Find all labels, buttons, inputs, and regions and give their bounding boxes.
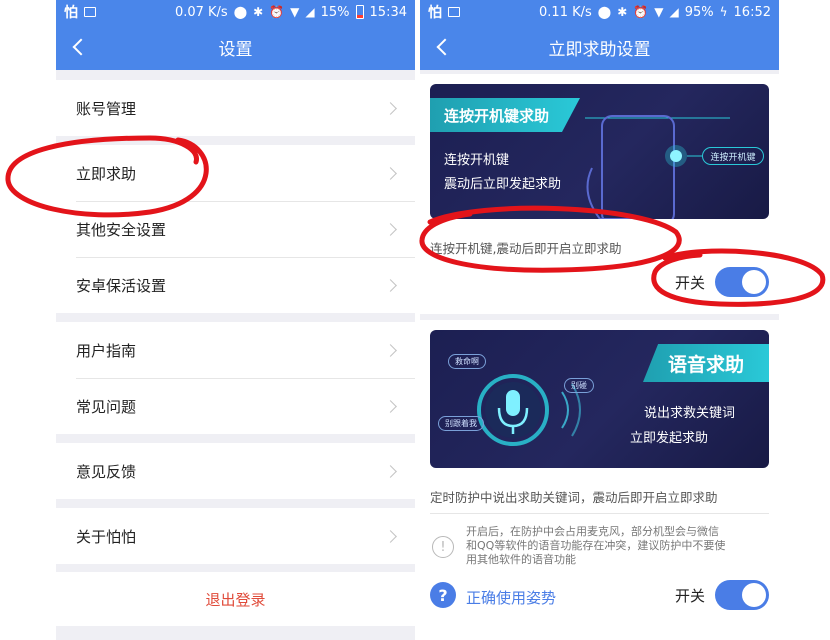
page-title: 设置 (218, 39, 253, 60)
usage-guide-link[interactable]: 正确使用姿势 (466, 587, 556, 608)
battery-percent: 95% (684, 4, 714, 20)
voice-banner: 语音求助 救命啊 别跟着我 别碰 说出求救关键词 立即发起求助 (430, 330, 769, 468)
settings-group-help: 用户指南 常见问题 (56, 322, 415, 434)
signal-icon: ◢ (669, 5, 679, 19)
power-button-banner: 连按开机键求助 连按开机键 连按开机键 震动后立即发起求助 (430, 84, 769, 219)
banner-line-1: 说出求救关键词 (644, 406, 736, 421)
settings-item-label: 用户指南 (76, 341, 137, 360)
notice-line: 用其他软件的语音功能 (466, 553, 576, 566)
power-button-help-card: 连按开机键求助 连按开机键 连按开机键 震动后立即发起求助 连按开机键,震动后即… (420, 74, 779, 314)
info-icon: ! (432, 536, 454, 558)
chevron-right-icon (384, 464, 397, 478)
microphone-icon (477, 374, 581, 446)
divider (430, 513, 769, 514)
microphone-notice: 开启后，在防护中会占用麦克风，部分机型会与微信 和QQ等软件的语音功能存在冲突，… (466, 525, 766, 567)
back-arrow-icon[interactable] (66, 32, 96, 62)
alarm-icon: ⏰ (633, 5, 649, 19)
settings-item-user-guide[interactable]: 用户指南 (56, 322, 415, 378)
keyword-bubble: 别碰 (564, 378, 594, 393)
settings-item-label: 立即求助 (76, 164, 137, 183)
image-notification-icon (84, 7, 96, 17)
app-notification-icon: 怕 (64, 5, 78, 21)
power-button-switch-row: 开关 (675, 267, 769, 297)
banner-title: 语音求助 (643, 344, 769, 382)
voice-description: 定时防护中说出求助关键词，震动后即开启立即求助 (430, 490, 718, 505)
settings-group-about: 关于怕怕 (56, 508, 415, 564)
battery-icon (355, 5, 364, 19)
nav-bar: 立即求助设置 (420, 24, 779, 70)
chevron-right-icon (384, 399, 397, 413)
switch-label: 开关 (674, 586, 705, 605)
settings-group-safety: 立即求助 其他安全设置 安卓保活设置 (56, 145, 415, 313)
settings-item-label: 其他安全设置 (76, 220, 167, 239)
banner-line-2: 立即发起求助 (630, 431, 709, 446)
network-speed: 0.07 K/s (174, 4, 228, 20)
clock: 16:52 (733, 4, 771, 20)
chevron-right-icon (384, 166, 397, 180)
chevron-right-icon (384, 343, 397, 357)
page-title: 立即求助设置 (548, 39, 651, 60)
notice-line: 和QQ等软件的语音功能存在冲突，建议防护中不要使 (466, 539, 726, 552)
clock: 15:34 (369, 4, 407, 20)
logout-button[interactable]: 退出登录 (56, 572, 415, 626)
back-arrow-icon[interactable] (430, 32, 460, 62)
settings-item-label: 常见问题 (76, 397, 137, 416)
battery-percent: 15% (320, 4, 350, 20)
chevron-right-icon (384, 222, 397, 236)
notice-line: 开启后，在防护中会占用麦克风，部分机型会与微信 (466, 525, 719, 538)
location-icon: ⬤ (233, 5, 248, 19)
chevron-right-icon (384, 101, 397, 115)
settings-item-label: 账号管理 (76, 99, 137, 118)
settings-screen: 怕 0.07 K/s ⬤ ✱ ⏰ ▼ ◢ 15% 15:34 设置 账号管理 立… (56, 0, 415, 640)
nav-bar: 设置 (56, 24, 415, 70)
bluetooth-icon: ✱ (253, 5, 264, 19)
voice-switch-row: 开关 (675, 580, 769, 610)
keyword-bubble: 别跟着我 (438, 416, 484, 431)
charging-icon: ϟ (719, 5, 728, 19)
settings-item-faq[interactable]: 常见问题 (56, 378, 415, 434)
voice-help-toggle[interactable] (715, 580, 769, 610)
status-bar: 怕 0.07 K/s ⬤ ✱ ⏰ ▼ ◢ 15% 15:34 (56, 0, 415, 24)
app-notification-icon: 怕 (428, 5, 442, 21)
banner-title: 连按开机键求助 (430, 98, 580, 132)
settings-item-about[interactable]: 关于怕怕 (56, 508, 415, 564)
settings-item-instant-help[interactable]: 立即求助 (56, 145, 415, 201)
help-question-icon[interactable]: ? (430, 582, 456, 608)
settings-item-other-safety[interactable]: 其他安全设置 (56, 201, 415, 257)
network-speed: 0.11 K/s (539, 4, 592, 20)
location-icon: ⬤ (597, 5, 612, 19)
banner-line-2: 震动后立即发起求助 (444, 177, 562, 192)
settings-item-label: 意见反馈 (76, 462, 137, 481)
chevron-right-icon (384, 278, 397, 292)
settings-item-feedback[interactable]: 意见反馈 (56, 443, 415, 499)
settings-group-feedback: 意见反馈 (56, 443, 415, 499)
settings-group-account: 账号管理 (56, 80, 415, 136)
settings-item-label: 关于怕怕 (76, 527, 137, 546)
settings-item-account[interactable]: 账号管理 (56, 80, 415, 136)
bluetooth-icon: ✱ (617, 5, 628, 19)
wifi-icon: ▼ (290, 5, 300, 19)
signal-icon: ◢ (305, 5, 315, 19)
settings-item-android-keepalive[interactable]: 安卓保活设置 (56, 257, 415, 313)
power-button-description: 连按开机键,震动后即开启立即求助 (430, 241, 622, 256)
switch-label: 开关 (674, 273, 705, 292)
settings-item-label: 安卓保活设置 (76, 276, 167, 295)
status-bar: 怕 0.11 K/s ⬤ ✱ ⏰ ▼ ◢ 95% ϟ 16:52 (420, 0, 779, 24)
chevron-right-icon (384, 529, 397, 543)
power-button-toggle[interactable] (715, 267, 769, 297)
instant-help-settings-screen: 怕 0.11 K/s ⬤ ✱ ⏰ ▼ ◢ 95% ϟ 16:52 立即求助设置 … (420, 0, 779, 640)
wifi-icon: ▼ (654, 5, 664, 19)
alarm-icon: ⏰ (269, 5, 285, 19)
power-key-label: 连按开机键 (702, 147, 764, 165)
banner-line-1: 连按开机键 (444, 153, 510, 168)
mail-notification-icon (448, 7, 460, 17)
voice-help-card: 语音求助 救命啊 别跟着我 别碰 说出求救关键词 立即发起求助 定时防护中说出求… (420, 320, 779, 640)
keyword-bubble: 救命啊 (448, 354, 486, 369)
